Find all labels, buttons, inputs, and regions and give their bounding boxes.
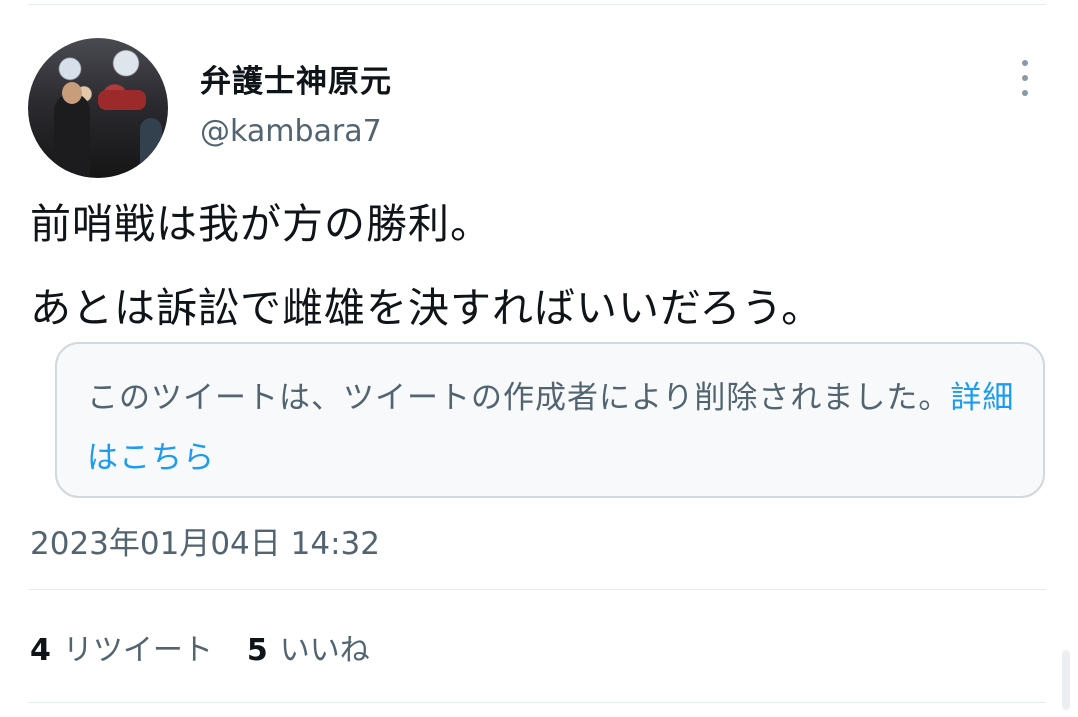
engagement-stats: 4 リツイート 5 いいね: [30, 625, 370, 669]
avatar[interactable]: [28, 38, 168, 178]
avatar-person: [54, 93, 90, 178]
retweets-label: リツイート: [62, 633, 213, 668]
tweet-timestamp[interactable]: 2023年01月04日 14:32: [30, 518, 380, 563]
author-handle[interactable]: @kambara7: [200, 114, 382, 149]
tweet-line: 前哨戦は我が方の勝利。: [30, 200, 492, 248]
avatar-car: [98, 90, 146, 110]
more-vertical-icon[interactable]: [1016, 60, 1034, 96]
retweets-stat[interactable]: 4 リツイート: [30, 625, 213, 669]
stats-divider-top: [28, 589, 1046, 590]
more-dot: [1022, 90, 1028, 96]
scrollbar[interactable]: [1062, 650, 1070, 710]
likes-count: 5: [246, 633, 268, 668]
retweets-count: 4: [30, 633, 51, 668]
avatar-officer: [140, 118, 162, 178]
more-dot: [1022, 60, 1028, 66]
deleted-notice-text: このツイートは、ツイートの作成者により削除されました。: [87, 380, 951, 416]
likes-stat[interactable]: 5 いいね: [247, 625, 370, 669]
top-divider: [28, 4, 1046, 5]
author-display-name[interactable]: 弁護士神原元: [200, 56, 392, 101]
tweet-line: あとは訴訟で雌雄を決すればいいだろう。: [30, 284, 824, 332]
stats-divider-bottom: [28, 702, 1046, 703]
tweet-text: 前哨戦は我が方の勝利。 あとは訴訟で雌雄を決すればいいだろう。: [30, 182, 1050, 350]
avatar-person-head: [62, 82, 82, 104]
quoted-tweet-notice: このツイートは、ツイートの作成者により削除されました。詳細はこちら: [87, 368, 1022, 488]
quoted-tweet-card[interactable]: このツイートは、ツイートの作成者により削除されました。詳細はこちら: [55, 342, 1045, 498]
likes-label: いいね: [279, 633, 370, 668]
more-dot: [1022, 75, 1028, 81]
